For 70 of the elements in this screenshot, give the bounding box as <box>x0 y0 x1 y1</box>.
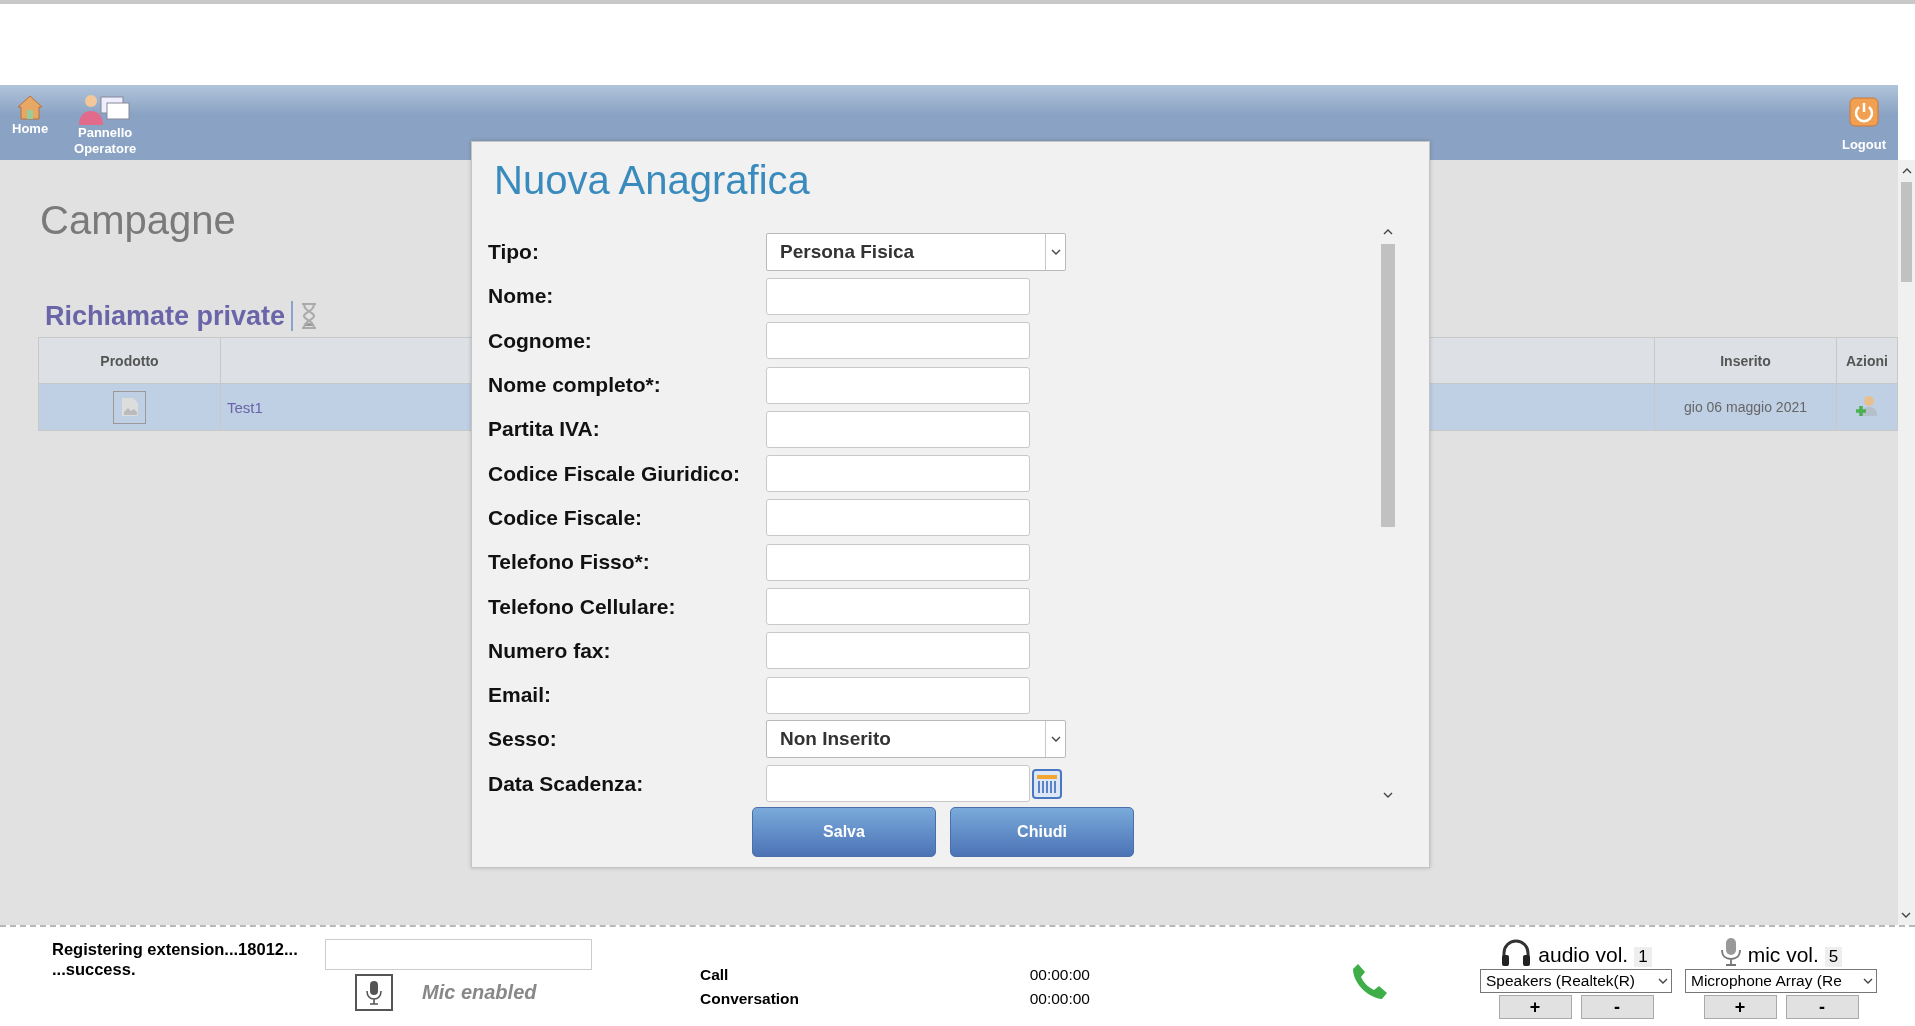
image-placeholder-icon <box>113 390 146 424</box>
volume-button[interactable]: + <box>1498 995 1572 1019</box>
field-label: Data Scadenza: <box>488 771 645 796</box>
microphone-icon <box>1719 937 1742 967</box>
volume-label: audio vol. <box>1538 943 1629 967</box>
field-label: Partita IVA: <box>488 417 601 442</box>
headphones-icon <box>1500 939 1533 967</box>
field-label: Codice Fiscale: <box>488 505 644 530</box>
caret-icon <box>1863 977 1873 985</box>
input-field[interactable] <box>766 366 1030 404</box>
input-field[interactable] <box>766 588 1030 625</box>
timer-value: 00:00:00 <box>1029 965 1090 985</box>
input-field[interactable] <box>766 322 1030 360</box>
calendar-icon[interactable] <box>1032 768 1062 799</box>
volume-button[interactable]: - <box>1785 995 1859 1019</box>
volume-value: 5 <box>1824 947 1843 967</box>
dialog-title: Nuova Anagrafica <box>494 158 811 204</box>
input-field[interactable] <box>766 410 1030 448</box>
mic-status: Mic enabled <box>422 981 537 1004</box>
field-label: Tipo: <box>488 240 540 265</box>
field-label: Telefono Cellulare: <box>488 594 677 619</box>
field-label: Numero fax: <box>488 638 612 663</box>
input-field[interactable] <box>766 676 1030 714</box>
input-field[interactable] <box>325 939 592 970</box>
input-field[interactable] <box>766 455 1030 493</box>
section-title: Richiamate private <box>45 301 294 331</box>
scrollbar[interactable] <box>1898 160 1915 925</box>
device-select[interactable]: Microphone Array (Re <box>1685 969 1877 993</box>
timer-label: Call <box>700 965 730 985</box>
field-label: Telefono Fisso*: <box>488 550 651 575</box>
input-field[interactable] <box>766 632 1030 670</box>
power-icon <box>1848 97 1879 127</box>
timer-label: Conversation <box>700 989 801 1009</box>
volume-value: 1 <box>1634 947 1652 967</box>
select-field[interactable]: Non Inserito <box>766 720 1066 759</box>
microphone-button[interactable] <box>355 974 393 1011</box>
device-select[interactable]: Speakers (Realtek(R) <box>1480 969 1672 993</box>
field-label: Codice Fiscale Giuridico: <box>488 461 742 486</box>
scroll-thumb[interactable] <box>1901 182 1912 282</box>
add-user-icon[interactable] <box>1855 393 1879 418</box>
column-header: Azioni <box>1836 337 1898 384</box>
input-field[interactable] <box>766 543 1030 581</box>
scroll-thumb[interactable] <box>1381 244 1395 527</box>
input-field[interactable] <box>766 499 1030 537</box>
caret-icon <box>1658 977 1668 985</box>
page-title: Campagne <box>40 198 236 243</box>
date-cell: gio 06 maggio 2021 <box>1684 399 1807 415</box>
scroll-up-icon[interactable] <box>1383 228 1393 235</box>
caret-icon <box>1050 735 1061 743</box>
caret-icon <box>1050 248 1061 256</box>
timer-value: 00:00:00 <box>1029 989 1090 1009</box>
volume-label: mic vol. <box>1747 943 1819 967</box>
select-field[interactable]: Persona Fisica <box>766 233 1066 272</box>
column-header: Inserito <box>1654 337 1837 384</box>
microphone-icon <box>366 979 382 1006</box>
field-label: Cognome: <box>488 328 593 353</box>
field-label: Nome completo*: <box>488 373 662 398</box>
volume-button[interactable]: + <box>1703 995 1777 1019</box>
volume-button[interactable]: - <box>1580 995 1654 1019</box>
field-label: Sesso: <box>488 727 558 752</box>
scroll-down-icon <box>1901 912 1911 919</box>
field-label: Email: <box>488 683 553 708</box>
status-text: ...success. <box>52 959 137 979</box>
column-header: Prodotto <box>38 337 221 384</box>
input-field[interactable] <box>766 277 1030 315</box>
scroll-up-icon[interactable] <box>1901 167 1912 174</box>
date-field[interactable] <box>766 765 1030 803</box>
scroll-down-icon[interactable] <box>1383 792 1393 799</box>
status-text: Registering extension...18012... <box>52 939 299 959</box>
field-label: Nome: <box>488 284 555 309</box>
